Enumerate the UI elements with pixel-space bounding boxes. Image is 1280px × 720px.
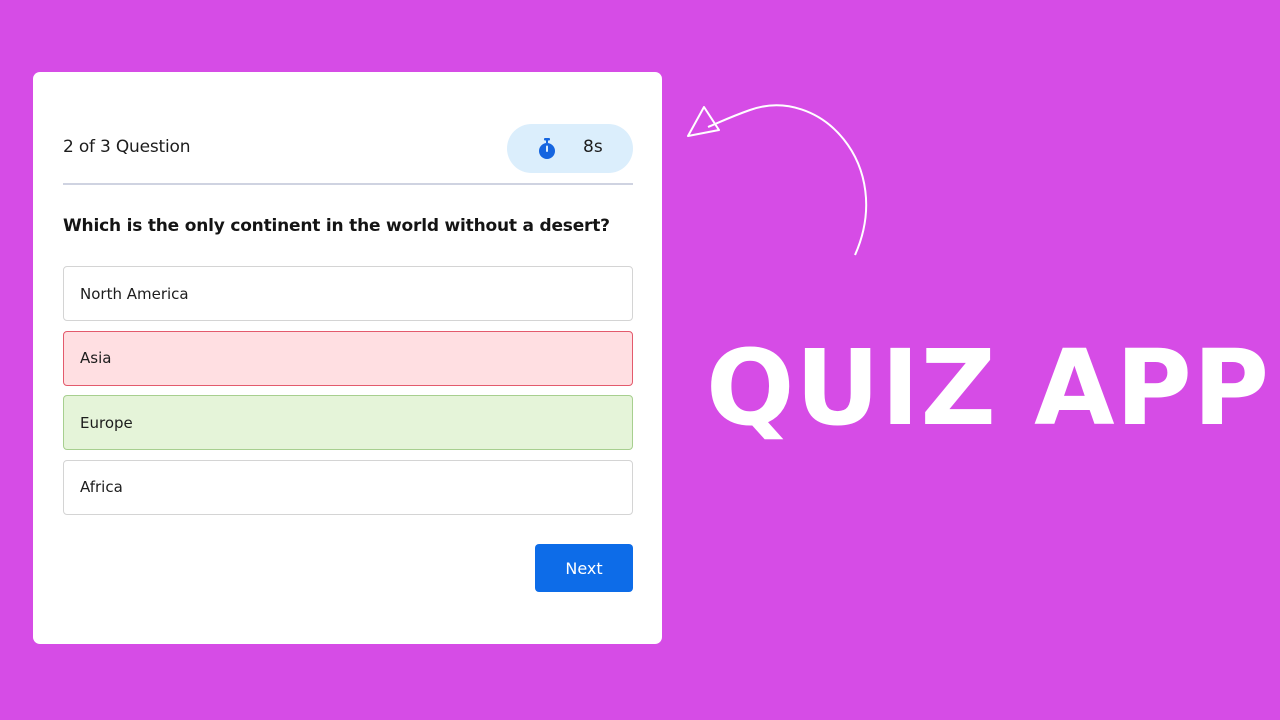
quiz-header: 2 of 3 Question 8s [63,124,633,173]
app-title: QUIZ APP [706,327,1271,449]
question-counter: 2 of 3 Question [63,137,191,157]
curved-arrow-icon [687,104,868,256]
option-asia[interactable]: Asia [63,330,633,386]
option-africa[interactable]: Africa [63,459,633,515]
stage: 2 of 3 Question 8s Which is the only con… [0,0,1280,720]
answer-options: North America Asia Europe Africa [63,266,633,524]
timer-value: 8s [583,137,603,157]
timer-badge: 8s [507,124,633,173]
next-button[interactable]: Next [535,544,633,592]
option-europe[interactable]: Europe [63,395,633,450]
header-divider [63,183,633,185]
question-text: Which is the only continent in the world… [63,216,610,236]
stopwatch-icon [539,138,555,159]
quiz-card: 2 of 3 Question 8s Which is the only con… [33,72,662,644]
option-north-america[interactable]: North America [63,266,633,321]
